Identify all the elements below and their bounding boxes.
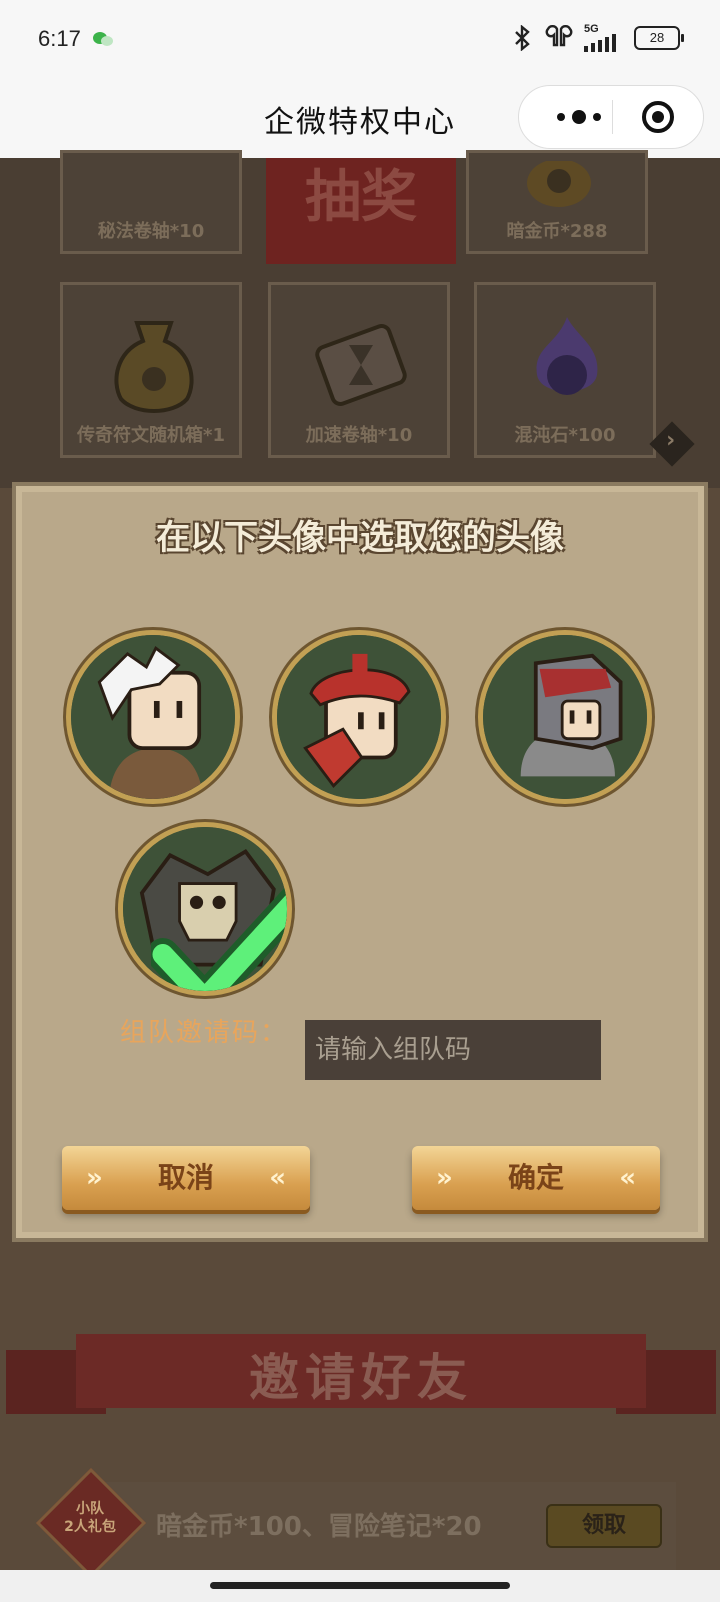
bag-icon [114,321,194,413]
cancel-label: 取消 [157,1161,214,1194]
selected-check-icon [151,885,287,991]
miniprogram-capsule [518,85,704,149]
invite-friends-title: 邀请好友 [249,1349,473,1407]
capsule-divider [612,100,613,134]
double-chevron-left-icon: « [269,1163,286,1193]
avatar-option-red-hat[interactable] [272,630,446,804]
avatar-option-white-hair[interactable] [66,630,240,804]
prize-label: 秘法卷轴*10 [97,221,205,242]
prize-card-scroll: 秘法卷轴*10 [60,150,242,254]
battery-icon: 28 [634,26,684,50]
modal-title: 在以下头像中选取您的头像 [156,518,564,558]
home-indicator[interactable] [210,1582,510,1589]
claim-button[interactable]: 领取 [546,1504,662,1548]
prize-card-chaos-stone: 混沌石*100 [474,282,656,458]
hourglass-scroll-icon [315,324,407,406]
prize-card-rune-box: 传奇符文随机箱*1 [60,282,242,458]
badge-line-2: 2人礼包 [64,1519,116,1535]
reward-description: 暗金币*100、冒险笔记*20 [156,1512,482,1542]
invite-code-input[interactable] [305,1020,601,1080]
badge-line-1: 小队 [76,1501,104,1517]
more-icon[interactable] [549,104,609,130]
wechat-icon [93,32,113,46]
status-icons: 5G 28 [510,24,684,52]
draw-label: 抽奖 [305,165,417,230]
status-time: 6:17 [38,26,81,51]
invite-friends-banner: 邀请好友 [76,1334,646,1408]
signal-indicator: 5G [584,24,624,52]
network-type: 5G [584,23,599,35]
red-hat-hero-icon [277,635,441,799]
status-bar: 6:17 5G 28 [0,0,720,80]
prize-card-darkgold: 暗金币*288 [466,150,648,254]
signal-icon [584,34,616,52]
prize-card-speed-scroll: 加速卷轴*10 [268,282,450,458]
prize-label: 传奇符文随机箱*1 [77,425,225,446]
avatar-option-skull-orc[interactable] [118,822,292,996]
prize-label: 暗金币*288 [506,221,608,242]
avatar-select-modal: 在以下头像中选取您的头像 [12,482,708,1242]
invite-code-label: 组队邀请码： [120,1018,289,1048]
earbuds-icon [545,25,573,47]
double-chevron-right-icon: » [436,1163,453,1193]
chaos-stone-icon [536,317,598,395]
double-chevron-left-icon: « [619,1163,636,1193]
avatar-option-horned-knight[interactable] [478,630,652,804]
white-hair-warrior-icon [71,635,235,799]
skull-coin-icon [527,161,591,207]
confirm-label: 确定 [507,1161,564,1194]
prize-label: 混沌石*100 [514,425,616,446]
chevron-right-icon: › [666,427,676,453]
bluetooth-icon [515,25,530,51]
close-target-icon[interactable] [641,100,675,134]
prize-label: 加速卷轴*10 [305,425,413,446]
horned-knight-icon [483,635,647,799]
title-bar: 企微特权中心 [0,80,720,158]
confirm-button[interactable]: » 确定 « [412,1146,660,1210]
double-chevron-right-icon: » [86,1163,103,1193]
cancel-button[interactable]: » 取消 « [62,1146,310,1210]
draw-button[interactable]: 抽奖 [266,158,456,264]
team-badge-label: 小队 2人礼包 [54,1500,126,1536]
